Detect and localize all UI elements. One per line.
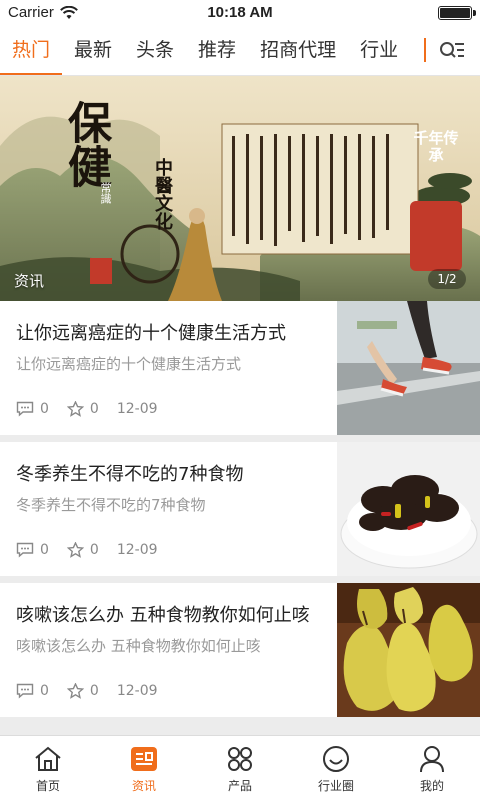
favorite-count: 0 [66,542,99,558]
news-thumbnail-pears[interactable] [337,583,480,717]
nav-products[interactable]: 产品 [192,736,288,800]
banner-circle-text: 中醫文化 [152,158,173,230]
search-list-icon [440,42,464,58]
tab-hot[interactable]: 热门 [0,26,63,75]
news-thumbnail-running[interactable] [337,301,480,435]
favorite-count: 0 [66,683,99,699]
tab-recommend[interactable]: 推荐 [186,26,248,75]
tab-menu-button[interactable] [424,26,480,75]
nav-news[interactable]: 资讯 [96,736,192,800]
news-meta: 0 0 12-09 [16,401,176,417]
banner-seal-text: 常識 [99,182,112,204]
nav-label: 行业圈 [317,779,354,793]
favorite-count: 0 [66,401,99,417]
nav-label: 首页 [35,779,60,793]
nav-industry-circle[interactable]: 行业圈 [288,736,384,800]
banner-right-title: 千年传承 [413,129,459,164]
banner-category-tag: 资讯 [14,272,45,290]
user-icon [420,746,444,773]
nav-home[interactable]: 首页 [0,736,96,800]
app-screen: Carrier 10:18 AM 热门 最新 头条 推荐 招商代理 行业 保健 … [0,0,480,800]
star-icon [66,683,84,699]
news-item[interactable]: 让你远离癌症的十个健康生活方式 让你远离癌症的十个健康生活方式 0 0 12-0… [0,301,480,435]
news-meta: 0 0 12-09 [16,683,176,699]
tab-headlines[interactable]: 头条 [124,26,186,75]
nav-label: 我的 [419,779,444,793]
nav-label: 产品 [227,779,252,793]
comment-count: 0 [16,401,49,417]
news-meta: 0 0 12-09 [16,542,176,558]
nav-mine[interactable]: 我的 [384,736,480,800]
nav-label: 资讯 [131,779,156,793]
comment-count: 0 [16,683,49,699]
news-list: 让你远离癌症的十个健康生活方式 让你远离癌症的十个健康生活方式 0 0 12-0… [0,301,480,724]
home-icon [35,746,61,771]
banner-carousel[interactable]: 保健 中醫文化 常識 千年传承 资讯 1/2 [0,76,480,301]
news-title[interactable]: 让你远离癌症的十个健康生活方式 [16,319,321,345]
news-date: 12-09 [116,683,158,699]
news-title[interactable]: 咳嗽该怎么办 五种食物教你如何止咳 [16,601,321,627]
battery-icon [438,6,476,20]
status-time: 10:18 AM [207,4,273,21]
tab-industry[interactable]: 行业 [348,26,410,75]
comment-icon [16,542,34,558]
status-bar: Carrier 10:18 AM [0,0,480,26]
news-date: 12-09 [116,401,158,417]
banner-calligraphy: 保健 [60,100,111,188]
news-summary: 冬季养生不得不吃的7种食物 [16,496,206,514]
bottom-navigation: 首页 资讯 产品 行业圈 我的 [0,735,480,800]
news-summary: 咳嗽该怎么办 五种食物教你如何止咳 [16,637,261,655]
news-item[interactable]: 冬季养生不得不吃的7种食物 冬季养生不得不吃的7种食物 0 0 12-09 [0,442,480,576]
news-date: 12-09 [116,542,158,558]
banner-page-indicator: 1/2 [428,269,466,289]
news-icon [131,747,157,771]
news-thumbnail-mushroom[interactable] [337,442,480,576]
star-icon [66,401,84,417]
news-item[interactable]: 咳嗽该怎么办 五种食物教你如何止咳 咳嗽该怎么办 五种食物教你如何止咳 0 0 … [0,583,480,717]
grid-icon [228,747,252,771]
comment-icon [16,401,34,417]
comment-count: 0 [16,542,49,558]
star-icon [66,542,84,558]
news-summary: 让你远离癌症的十个健康生活方式 [16,355,242,373]
smile-icon [323,746,349,772]
news-title[interactable]: 冬季养生不得不吃的7种食物 [16,460,321,486]
tab-agency[interactable]: 招商代理 [248,26,348,75]
tab-latest[interactable]: 最新 [62,26,124,75]
comment-icon [16,683,34,699]
category-tabs: 热门 最新 头条 推荐 招商代理 行业 [0,26,480,76]
